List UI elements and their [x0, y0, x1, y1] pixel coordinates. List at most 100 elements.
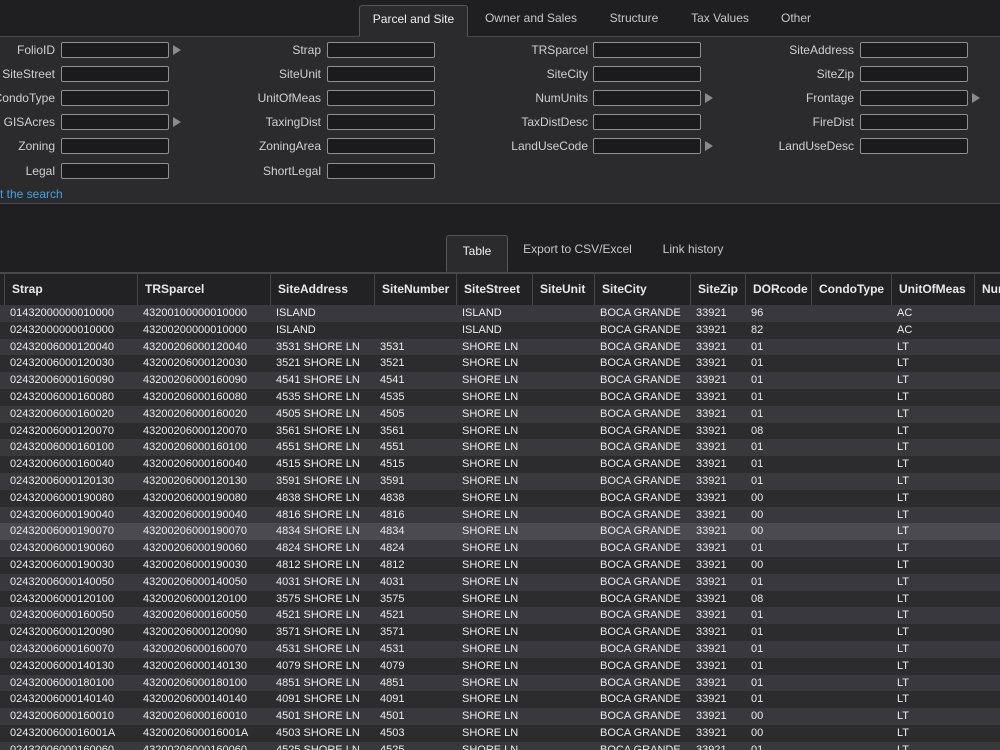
column-header-condotype[interactable]: CondoType — [811, 274, 891, 305]
cell-condotype — [807, 423, 887, 440]
table-row[interactable]: 02432006000160070 43200206000160070 4531 S… — [0, 640, 1000, 658]
column-header-nur[interactable]: Nur — [974, 274, 1000, 305]
table-row[interactable]: 02432006000190030 43200206000190030 4812 S… — [0, 556, 1000, 574]
column-header-unitofmeas[interactable]: UnitOfMeas — [891, 274, 974, 305]
numunits-field[interactable] — [593, 90, 701, 106]
cell-sitenumber: 4816 — [380, 508, 405, 521]
landusecode-field[interactable] — [593, 138, 701, 154]
taxingdist-field[interactable] — [327, 114, 435, 130]
cell-sitenumber: 3571 — [380, 626, 405, 639]
column-header-sitenumber[interactable]: SiteNumber — [374, 274, 456, 305]
tab-link-history[interactable]: Link history — [650, 234, 736, 264]
condotype-field[interactable] — [61, 90, 169, 106]
cell-sitestreet: SHORE LN — [462, 642, 519, 655]
tab-tax-values[interactable]: Tax Values — [680, 5, 760, 36]
table-row[interactable]: 02432006000160060 43200206000160060 4525 S… — [0, 741, 1000, 750]
table-row[interactable]: 02432006000160100 43200206000160100 4551 S… — [0, 439, 1000, 457]
folioid-field[interactable] — [61, 42, 169, 58]
table-row[interactable]: 02432006000190060 43200206000190060 4824 S… — [0, 540, 1000, 557]
table-row[interactable]: 02432006000160020 43200206000160020 4505 S… — [0, 405, 1000, 423]
cell-unitofmeas: LT — [897, 357, 910, 370]
sitezip-field[interactable] — [860, 66, 968, 82]
cell-trsparcel: 43200206000140050 — [143, 575, 248, 588]
column-header-sitecity[interactable]: SiteCity — [594, 274, 690, 305]
siteunit-field[interactable] — [327, 66, 435, 82]
cell-siteaddress: 3591 SHORE LN — [276, 474, 360, 487]
column-header-trsparcel[interactable]: TRSparcel — [137, 274, 270, 305]
unitofmeas-field[interactable] — [327, 90, 435, 106]
frontage-expand-icon[interactable] — [972, 93, 980, 103]
table-row[interactable]: 02432006000120090 43200206000120090 3571 S… — [0, 624, 1000, 641]
table-row[interactable]: 02432006000120070 43200206000120070 3561 S… — [0, 422, 1000, 440]
table-row[interactable]: 02432006000140140 43200206000140140 4091 S… — [0, 691, 1000, 709]
landusedesc-field[interactable] — [860, 138, 968, 154]
table-row[interactable]: 02432006000120130 43200206000120130 3591 S… — [0, 472, 1000, 490]
table-row[interactable]: 02432006000140050 43200206000140050 4031 S… — [0, 573, 1000, 591]
strap-label: Strap — [292, 43, 321, 57]
table-row[interactable]: 02432006000160050 43200206000160050 4521 S… — [0, 607, 1000, 625]
cell-siteunit — [528, 490, 590, 507]
sitestreet-field[interactable] — [61, 66, 169, 82]
zoningarea-field[interactable] — [327, 138, 435, 154]
column-header-sitezip[interactable]: SiteZip — [690, 274, 745, 305]
landusedesc-label: LandUseDesc — [778, 139, 854, 153]
table-row[interactable]: 02432006000120100 43200206000120100 3575 S… — [0, 590, 1000, 608]
table-row[interactable]: 01432000000010000 43200100000010000 ISLAND… — [0, 305, 1000, 322]
table-row[interactable]: 02432006000160090 43200206000160090 4541 S… — [0, 372, 1000, 389]
table-row[interactable]: 02432006000180100 43200206000180100 4851 S… — [0, 674, 1000, 692]
legal-field[interactable] — [61, 163, 169, 179]
table-row[interactable]: 02432006000190040 43200206000190040 4816 S… — [0, 506, 1000, 524]
sitecity-field[interactable] — [593, 66, 701, 82]
cell-trsparcel: 43200206000160020 — [143, 407, 248, 420]
table-row[interactable]: 02432006000190080 43200206000190080 4838 S… — [0, 489, 1000, 507]
frontage-field[interactable] — [860, 90, 968, 106]
table-row[interactable]: 02432000000010000 43200200000010000 ISLAND… — [0, 321, 1000, 339]
column-header-siteaddress[interactable]: SiteAddress — [270, 274, 374, 305]
cell-sitenumber: 3575 — [380, 592, 405, 605]
cell-sitecity: BOCA GRANDE — [600, 458, 681, 471]
taxdistdesc-field[interactable] — [593, 114, 701, 130]
table-row[interactable]: 02432006000120030 43200206000120030 3521 S… — [0, 355, 1000, 373]
folioid-expand-icon[interactable] — [173, 45, 181, 55]
siteaddress-field[interactable] — [860, 42, 968, 58]
table-row[interactable]: 02432006000120040 43200206000120040 3531 S… — [0, 338, 1000, 356]
shortlegal-field[interactable] — [327, 163, 435, 179]
strap-field[interactable] — [327, 42, 435, 58]
table-body: 01432000000010000 43200100000010000 ISLAND… — [0, 305, 1000, 750]
tab-structure[interactable]: Structure — [596, 5, 672, 36]
column-header-dorcode[interactable]: DORcode — [745, 274, 811, 305]
firedist-field[interactable] — [860, 114, 968, 130]
table-row[interactable]: 02432006000160080 43200206000160080 4535 S… — [0, 388, 1000, 406]
cell-condotype — [807, 540, 887, 557]
table-row[interactable]: 02432006000190070 43200206000190070 4834 S… — [0, 523, 1000, 541]
numunits-expand-icon[interactable] — [705, 93, 713, 103]
cell-unitofmeas: LT — [897, 340, 910, 353]
cell-sitestreet: SHORE LN — [462, 592, 519, 605]
gisacres-field[interactable] — [61, 114, 169, 130]
tab-export-csv[interactable]: Export to CSV/Excel — [515, 234, 640, 264]
table-row[interactable]: 02432006000140130 43200206000140130 4079 S… — [0, 657, 1000, 675]
table-row[interactable]: 0243200600016001A 4320020600016001A 4503 S… — [0, 724, 1000, 742]
cell-siteaddress: 4812 SHORE LN — [276, 558, 360, 571]
tab-owner-and-sales[interactable]: Owner and Sales — [475, 5, 587, 36]
landusecode-expand-icon[interactable] — [705, 141, 713, 151]
table-row[interactable]: 02432006000160040 43200206000160040 4515 S… — [0, 456, 1000, 473]
trsparcel-field[interactable] — [593, 42, 701, 58]
tab-other[interactable]: Other — [770, 5, 822, 36]
cell-sitenumber: 4551 — [380, 441, 405, 454]
cell-strap: 02432006000120040 — [10, 340, 115, 353]
gisacres-expand-icon[interactable] — [173, 117, 181, 127]
cell-siteunit — [528, 339, 590, 356]
table-row[interactable]: 02432006000160010 43200206000160010 4501 S… — [0, 708, 1000, 725]
column-header-siteunit[interactable]: SiteUnit — [532, 274, 594, 305]
zoning-field[interactable] — [61, 138, 169, 154]
cell-unitofmeas: LT — [897, 542, 910, 555]
tab-table[interactable]: Table — [446, 235, 508, 272]
column-header-sitestreet[interactable]: SiteStreet — [456, 274, 532, 305]
tab-parcel-and-site[interactable]: Parcel and Site — [359, 5, 468, 37]
column-header-strap[interactable]: Strap — [4, 274, 137, 305]
cell-unitofmeas: LT — [897, 710, 910, 723]
search-link[interactable]: t the search — [0, 187, 63, 201]
cell-sitenumber: 4535 — [380, 390, 405, 403]
cell-strap: 02432006000190040 — [10, 508, 115, 521]
